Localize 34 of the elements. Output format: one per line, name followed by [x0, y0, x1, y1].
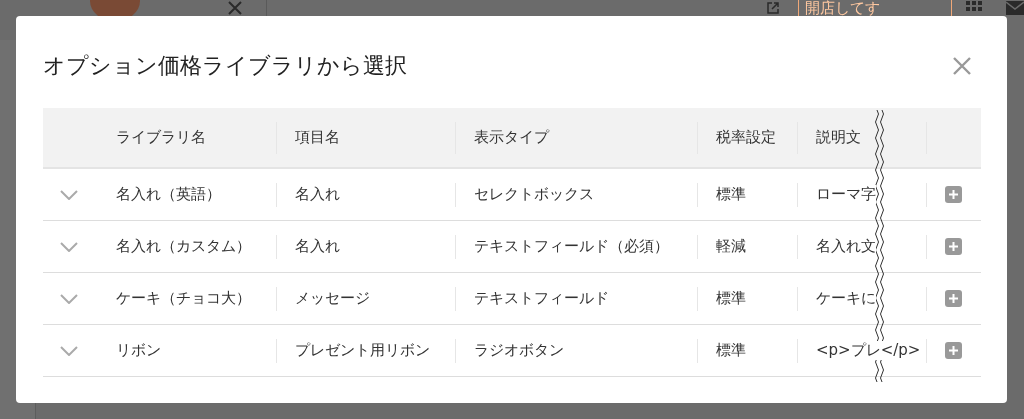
table-cell: プレゼント用リボン [295, 341, 430, 360]
chevron-icon[interactable] [60, 345, 78, 356]
external-link-icon[interactable] [766, 1, 780, 15]
table-cell: 名入れ文 [816, 237, 876, 256]
table-cell: ケーキに [816, 289, 876, 308]
chevron-icon[interactable] [60, 189, 78, 200]
mail-icon[interactable] [1006, 1, 1024, 15]
table-cell: 軽減 [716, 237, 746, 256]
chevron-icon[interactable] [60, 241, 78, 252]
table-cell: テキストフィールド [474, 289, 609, 308]
table-cell: 標準 [716, 341, 746, 360]
table-cell: 標準 [716, 185, 746, 204]
close-icon[interactable] [228, 1, 242, 15]
table-cell: ローマ字 [816, 185, 876, 204]
dialog-title: オプション価格ライブラリから選択 [43, 52, 407, 80]
table-cell: 標準 [716, 289, 746, 308]
table-cell: <p>プレ</p> [816, 341, 921, 360]
table-cell: メッセージ [295, 289, 370, 308]
column-header: 項目名 [295, 128, 340, 147]
column-header: 税率設定 [716, 128, 776, 147]
add-icon[interactable] [945, 186, 962, 203]
column-header: 説明文 [816, 128, 861, 147]
table-cell: セレクトボックス [474, 185, 594, 204]
table-cell: リボン [116, 341, 161, 360]
chevron-icon[interactable] [60, 293, 78, 304]
close-icon[interactable] [952, 56, 972, 76]
table-cell: 名入れ [295, 237, 340, 256]
column-header: ライブラリ名 [116, 128, 206, 147]
table-cell: ラジオボタン [474, 341, 564, 360]
column-header: 表示タイプ [474, 128, 549, 147]
add-icon[interactable] [945, 342, 962, 359]
table-cell: 名入れ [295, 185, 340, 204]
add-icon[interactable] [945, 238, 962, 255]
add-icon[interactable] [945, 290, 962, 307]
